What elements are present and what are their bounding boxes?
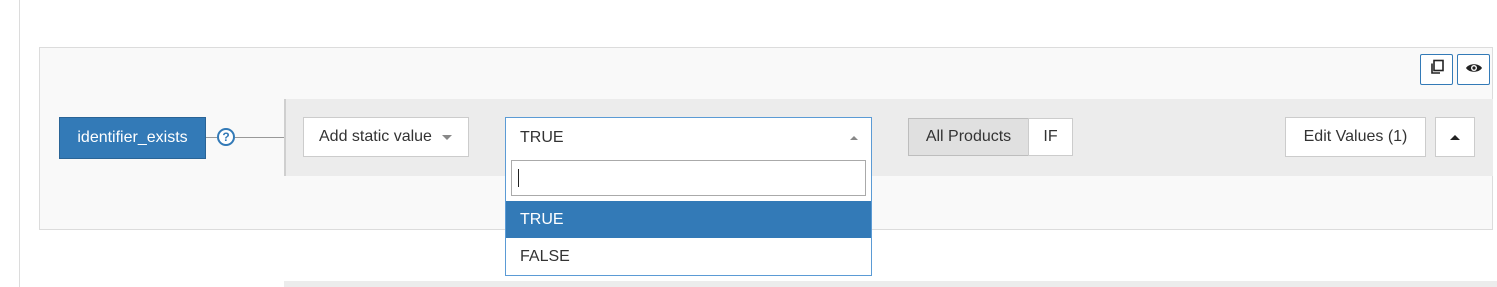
edit-values-button[interactable]: Edit Values (1) bbox=[1285, 117, 1426, 157]
chevron-up-icon bbox=[1450, 134, 1460, 140]
dropdown-option-true[interactable]: TRUE bbox=[506, 201, 871, 238]
add-static-value-button[interactable]: Add static value bbox=[303, 117, 469, 157]
if-toggle[interactable]: IF bbox=[1028, 118, 1073, 156]
field-name-label: identifier_exists bbox=[77, 129, 188, 146]
next-rule-row bbox=[284, 281, 1497, 287]
value-select-selected: TRUE bbox=[520, 128, 564, 146]
chevron-up-icon bbox=[850, 136, 858, 140]
if-label: IF bbox=[1043, 128, 1058, 145]
connector-line bbox=[235, 137, 284, 138]
preview-button[interactable] bbox=[1457, 54, 1490, 85]
value-select-dropdown: TRUE FALSE bbox=[505, 157, 872, 276]
field-name-tag[interactable]: identifier_exists bbox=[59, 117, 206, 159]
value-select[interactable]: TRUE bbox=[505, 117, 872, 157]
edit-values-label: Edit Values (1) bbox=[1303, 128, 1408, 145]
copy-icon bbox=[1429, 59, 1445, 80]
chevron-down-icon bbox=[441, 134, 452, 140]
dropdown-option-false[interactable]: FALSE bbox=[506, 238, 871, 275]
add-static-value-label: Add static value bbox=[319, 128, 432, 145]
all-products-toggle[interactable]: All Products bbox=[908, 118, 1029, 156]
eye-icon bbox=[1465, 61, 1483, 79]
connector-line bbox=[206, 137, 217, 138]
all-products-label: All Products bbox=[925, 128, 1012, 145]
collapse-button[interactable] bbox=[1435, 117, 1475, 157]
text-cursor bbox=[518, 169, 519, 187]
help-icon[interactable]: ? bbox=[217, 128, 235, 146]
left-divider bbox=[19, 0, 20, 287]
copy-button[interactable] bbox=[1420, 54, 1453, 85]
dropdown-search-input[interactable] bbox=[511, 160, 866, 196]
